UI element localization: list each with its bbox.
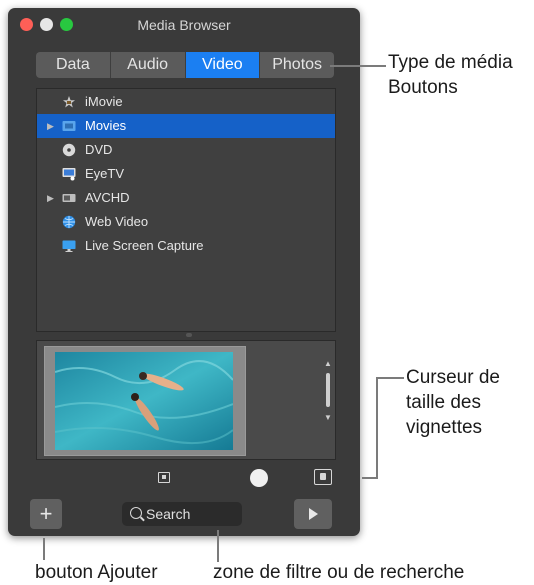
slider-callout-line-end xyxy=(362,477,378,479)
large-thumbnail-icon xyxy=(314,469,332,485)
disclosure-triangle-icon[interactable]: ▶ xyxy=(47,114,54,138)
tab-photos[interactable]: Photos xyxy=(260,52,334,78)
avchd-icon xyxy=(62,194,76,202)
source-label: AVCHD xyxy=(85,190,130,205)
video-thumbnail[interactable] xyxy=(44,346,246,456)
scroll-down-icon[interactable]: ▼ xyxy=(324,413,332,422)
source-item-avchd[interactable]: ▶ AVCHD xyxy=(37,186,335,210)
slider-callout: Curseur de taille des vignettes xyxy=(406,365,500,440)
scroll-up-icon[interactable]: ▲ xyxy=(324,359,332,368)
thumbnail-size-slider[interactable] xyxy=(36,468,334,488)
slider-knob[interactable] xyxy=(250,469,268,487)
source-item-live-screen-capture[interactable]: Live Screen Capture xyxy=(37,234,335,258)
scrollbar-thumb[interactable] xyxy=(326,373,330,407)
source-label: EyeTV xyxy=(85,166,125,181)
screen-capture-icon xyxy=(62,240,76,252)
play-icon xyxy=(309,508,318,520)
bottom-toolbar: + Search xyxy=(8,496,360,536)
callout-text: Type de média xyxy=(388,52,513,73)
source-label: Live Screen Capture xyxy=(85,238,204,253)
source-item-movies[interactable]: ▶ Movies xyxy=(37,114,335,138)
callout-text: taille des xyxy=(406,392,481,413)
media-type-tabs: Data Audio Video Photos xyxy=(36,52,334,78)
add-button[interactable]: + xyxy=(30,499,62,529)
source-item-imovie[interactable]: iMovie xyxy=(37,90,335,114)
title-bar[interactable]: Media Browser xyxy=(8,8,360,42)
callout-text: vignettes xyxy=(406,417,483,438)
source-item-dvd[interactable]: DVD xyxy=(37,138,335,162)
split-view-divider[interactable] xyxy=(186,333,192,337)
search-field-callout: zone de filtre ou de recherche xyxy=(213,562,465,583)
source-label: Web Video xyxy=(85,214,149,229)
thumbnail-scrollbar[interactable]: ▲ ▼ xyxy=(323,349,333,453)
search-input[interactable]: Search xyxy=(122,502,242,526)
add-callout-line xyxy=(43,538,45,560)
source-label: DVD xyxy=(85,142,113,157)
tab-data[interactable]: Data xyxy=(36,52,111,78)
source-item-eyetv[interactable]: EyeTV xyxy=(37,162,335,186)
slider-callout-line-h xyxy=(376,377,404,379)
disclosure-triangle-icon[interactable]: ▶ xyxy=(47,186,54,210)
source-item-web-video[interactable]: Web Video xyxy=(37,210,335,234)
source-list: iMovie ▶ Movies DVD EyeTV ▶ AVCHD Web Vi… xyxy=(36,88,336,332)
callout-text: Curseur de xyxy=(406,367,500,388)
search-callout-line xyxy=(217,530,219,562)
tab-audio[interactable]: Audio xyxy=(111,52,186,78)
add-button-callout: bouton Ajouter xyxy=(35,562,158,583)
play-button[interactable] xyxy=(294,499,332,529)
media-type-callout: Type de média Boutons xyxy=(388,50,513,100)
source-label: Movies xyxy=(85,118,127,133)
dvd-disc-icon xyxy=(62,143,76,157)
eyetv-icon xyxy=(62,168,76,181)
slider-callout-line-v xyxy=(376,377,378,478)
web-globe-icon xyxy=(62,215,76,229)
imovie-star-icon xyxy=(63,96,75,108)
source-label: iMovie xyxy=(85,94,123,109)
small-thumbnail-icon xyxy=(158,472,170,483)
media-type-callout-line xyxy=(330,65,386,67)
search-placeholder: Search xyxy=(146,506,191,522)
search-icon xyxy=(130,507,142,519)
media-browser-window: Media Browser Data Audio Video Photos iM… xyxy=(8,8,360,536)
thumbnail-browser: ▲ ▼ xyxy=(36,340,336,460)
callout-text: Boutons xyxy=(388,77,458,98)
window-title: Media Browser xyxy=(137,17,231,33)
tab-video[interactable]: Video xyxy=(185,52,261,78)
movies-folder-icon xyxy=(62,121,76,131)
video-thumbnail-image xyxy=(55,352,233,450)
